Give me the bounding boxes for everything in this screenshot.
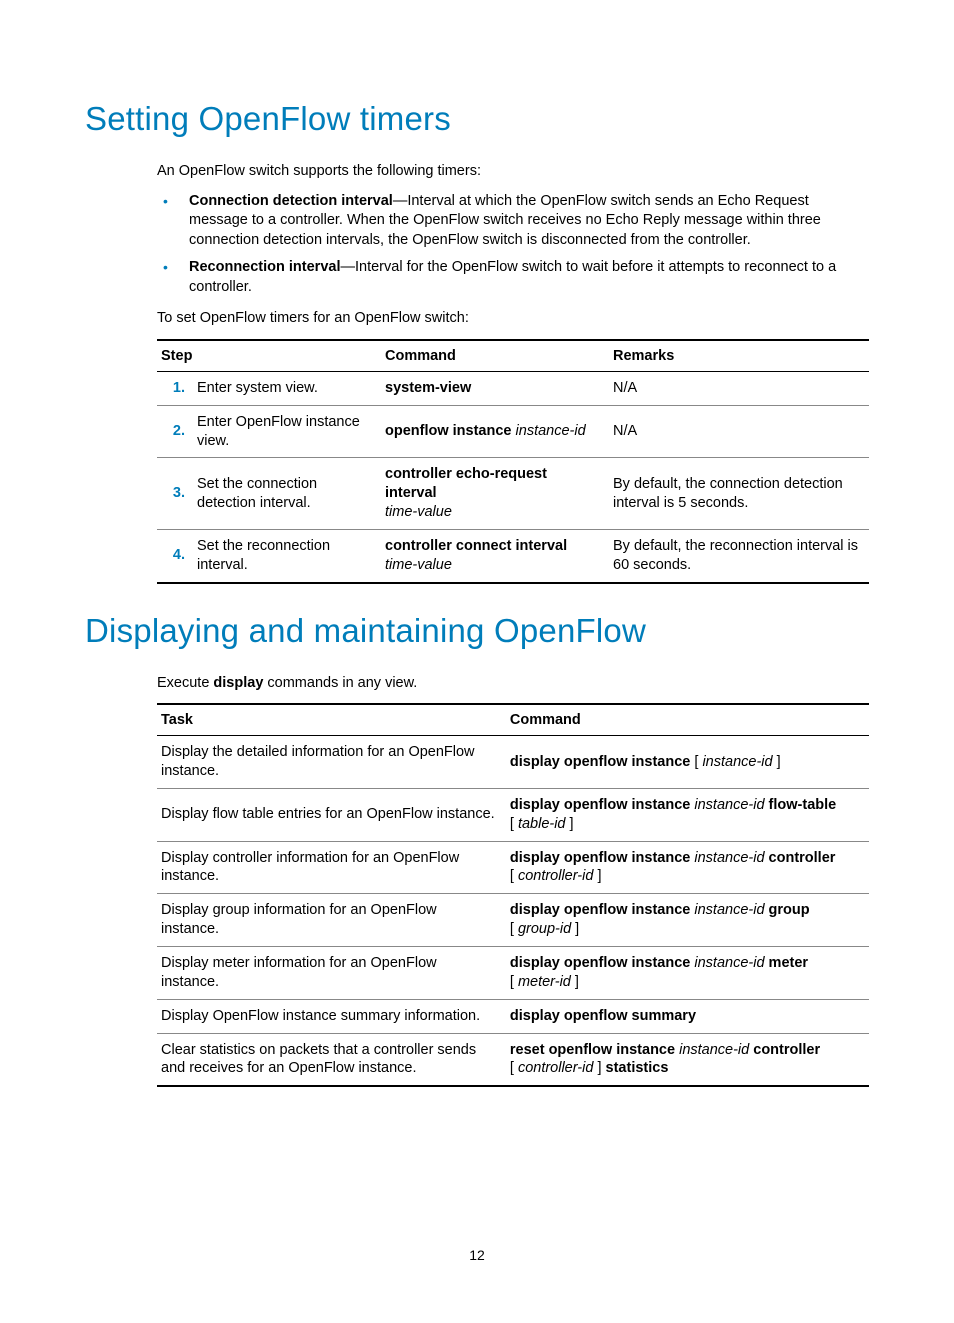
step-remarks: N/A <box>609 405 869 458</box>
step-desc: Set the connection detection interval. <box>193 458 381 530</box>
cmd-keyword: display openflow instance <box>510 902 690 918</box>
page-number: 12 <box>85 1247 869 1263</box>
col-header-command: Command <box>381 340 609 372</box>
step-desc: Set the reconnection interval. <box>193 530 381 583</box>
task-command: display openflow instance instance-id fl… <box>506 788 869 841</box>
cmd-arg: instance-id <box>702 754 772 770</box>
cmd-arg: meter-id <box>518 974 571 990</box>
table-row: Display meter information for an OpenFlo… <box>157 947 869 1000</box>
bullet-item: Connection detection interval—Interval a… <box>157 192 869 251</box>
cmd-arg: instance-id <box>694 850 764 866</box>
text-bold: display <box>213 675 263 691</box>
step-desc: Enter OpenFlow instance view. <box>193 405 381 458</box>
cmd-arg: time-value <box>385 504 452 520</box>
step-remarks: By default, the reconnection interval is… <box>609 530 869 583</box>
task-desc: Display group information for an OpenFlo… <box>157 894 506 947</box>
table-row: Display the detailed information for an … <box>157 736 869 789</box>
bullet-item: Reconnection interval—Interval for the O… <box>157 258 869 297</box>
task-command: display openflow instance instance-id gr… <box>506 894 869 947</box>
cmd-arg: instance-id <box>694 797 764 813</box>
cmd-keyword: display openflow instance <box>510 850 690 866</box>
cmd-keyword: controller echo-request interval <box>385 466 547 501</box>
cmd-keyword: controller <box>769 850 836 866</box>
text: Execute <box>157 675 213 691</box>
step-command: system-view <box>381 371 609 405</box>
step-desc: Enter system view. <box>193 371 381 405</box>
task-command: reset openflow instance instance-id cont… <box>506 1033 869 1086</box>
text: commands in any view. <box>263 675 417 691</box>
step-number: 4. <box>157 530 193 583</box>
cmd-arg: instance-id <box>694 902 764 918</box>
task-command: display openflow instance [ instance-id … <box>506 736 869 789</box>
cmd-arg: table-id <box>518 816 566 832</box>
cmd-keyword: reset openflow instance <box>510 1042 675 1058</box>
cmd-arg: instance-id <box>516 423 586 439</box>
table-row: 3.Set the connection detection interval.… <box>157 458 869 530</box>
table-row: 4.Set the reconnection interval.controll… <box>157 530 869 583</box>
step-command: controller echo-request interval time-val… <box>381 458 609 530</box>
cmd-arg: group-id <box>518 921 571 937</box>
table-row: Display flow table entries for an OpenFl… <box>157 788 869 841</box>
task-desc: Display controller information for an Op… <box>157 841 506 894</box>
cmd-keyword: flow-table <box>769 797 837 813</box>
cmd-keyword: display openflow instance <box>510 955 690 971</box>
section-heading: Displaying and maintaining OpenFlow <box>85 612 869 650</box>
section-heading: Setting OpenFlow timers <box>85 100 869 138</box>
col-header-remarks: Remarks <box>609 340 869 372</box>
col-header-step: Step <box>157 340 381 372</box>
cmd-arg: time-value <box>385 557 452 573</box>
steps-table: Step Command Remarks 1.Enter system view… <box>157 339 869 584</box>
cmd-arg: instance-id <box>679 1042 749 1058</box>
cmd-keyword: controller connect interval <box>385 538 567 554</box>
table-row: Display OpenFlow instance summary inform… <box>157 999 869 1033</box>
task-desc: Display the detailed information for an … <box>157 736 506 789</box>
cmd-keyword: meter <box>769 955 809 971</box>
cmd-keyword: system-view <box>385 380 471 396</box>
cmd-keyword: display openflow instance <box>510 797 690 813</box>
task-desc: Display meter information for an OpenFlo… <box>157 947 506 1000</box>
table-row: Display group information for an OpenFlo… <box>157 894 869 947</box>
cmd-keyword: display openflow instance <box>510 754 690 770</box>
step-remarks: By default, the connection detection int… <box>609 458 869 530</box>
table-row: Display controller information for an Op… <box>157 841 869 894</box>
tasks-table: Task Command Display the detailed inform… <box>157 703 869 1087</box>
cmd-keyword: group <box>769 902 810 918</box>
task-command: display openflow instance instance-id co… <box>506 841 869 894</box>
cmd-keyword: controller <box>753 1042 820 1058</box>
timer-bullet-list: Connection detection interval—Interval a… <box>157 192 869 298</box>
bullet-label: Connection detection interval <box>189 193 393 209</box>
task-command: display openflow instance instance-id me… <box>506 947 869 1000</box>
col-header-task: Task <box>157 704 506 736</box>
cmd-keyword: statistics <box>606 1060 669 1076</box>
step-command: controller connect interval time-value <box>381 530 609 583</box>
table-row: 1.Enter system view.system-view N/A <box>157 371 869 405</box>
col-header-command: Command <box>506 704 869 736</box>
table-row: Clear statistics on packets that a contr… <box>157 1033 869 1086</box>
task-desc: Display flow table entries for an OpenFl… <box>157 788 506 841</box>
cmd-arg: controller-id <box>518 1060 594 1076</box>
cmd-keyword: display openflow summary <box>510 1008 696 1024</box>
task-command: display openflow summary <box>506 999 869 1033</box>
step-command: openflow instance instance-id <box>381 405 609 458</box>
step-remarks: N/A <box>609 371 869 405</box>
step-number: 1. <box>157 371 193 405</box>
task-desc: Clear statistics on packets that a contr… <box>157 1033 506 1086</box>
cmd-arg: controller-id <box>518 868 594 884</box>
cmd-arg: instance-id <box>694 955 764 971</box>
intro-text: An OpenFlow switch supports the followin… <box>157 162 869 182</box>
step-number: 2. <box>157 405 193 458</box>
task-desc: Display OpenFlow instance summary inform… <box>157 999 506 1033</box>
table-row: 2.Enter OpenFlow instance view.openflow … <box>157 405 869 458</box>
cmd-keyword: openflow instance <box>385 423 512 439</box>
bullet-label: Reconnection interval <box>189 259 340 275</box>
lead-text: To set OpenFlow timers for an OpenFlow s… <box>157 309 869 329</box>
lead-text: Execute display commands in any view. <box>157 674 869 694</box>
step-number: 3. <box>157 458 193 530</box>
